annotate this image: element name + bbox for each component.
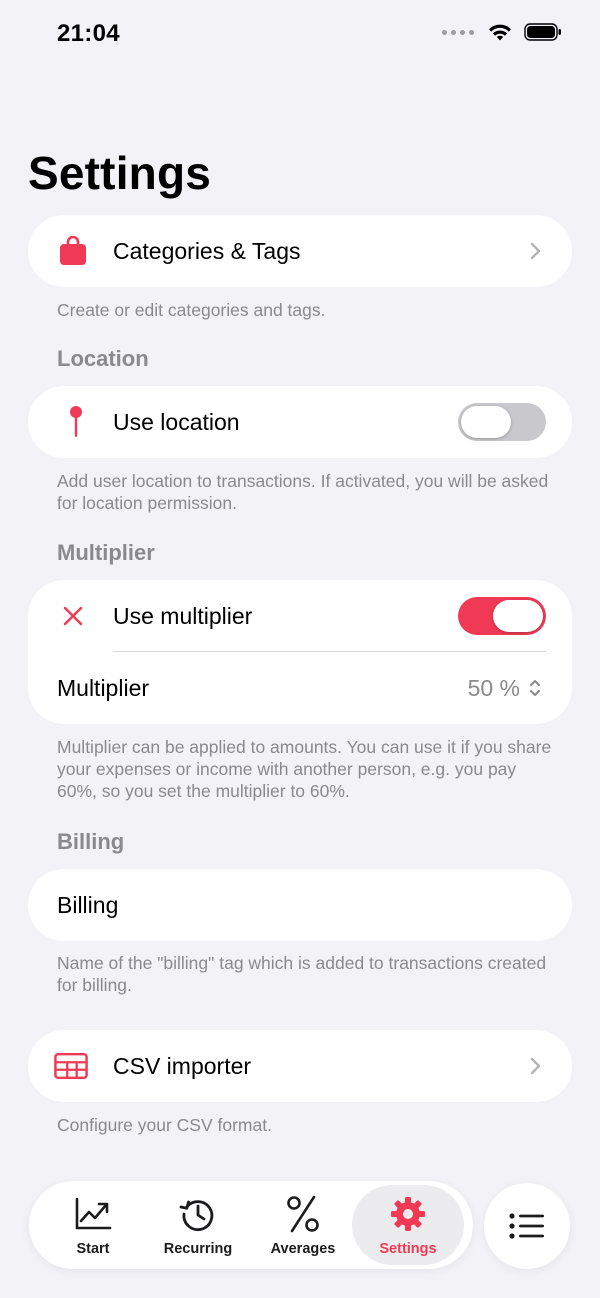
tab-label: Averages	[270, 1241, 336, 1257]
status-indicators	[442, 23, 562, 41]
tab-label: Start	[76, 1241, 110, 1257]
wifi-icon	[489, 24, 511, 41]
tab-label: Settings	[379, 1241, 437, 1257]
location-row: Use location	[28, 386, 572, 458]
cellular-signal-icon	[442, 29, 474, 35]
use-multiplier-label: Use multiplier	[113, 602, 253, 629]
use-multiplier-row: Use multiplier	[28, 580, 572, 652]
multiplier-value-row[interactable]: Multiplier 50 %	[28, 652, 572, 724]
location-section-header: Location	[57, 346, 149, 371]
location-footer: Add user location to transactions. If ac…	[57, 471, 549, 513]
chart-icon	[74, 1193, 112, 1235]
chevron-right-icon	[530, 242, 541, 260]
x-icon	[56, 599, 90, 633]
csv-importer-card[interactable]: CSV importer	[28, 1030, 572, 1102]
multiplier-label: Multiplier	[57, 674, 150, 701]
status-time: 21:04	[57, 20, 120, 47]
csv-importer-row[interactable]: CSV importer	[28, 1030, 572, 1102]
pin-icon	[59, 405, 93, 439]
tab-settings[interactable]: Settings	[352, 1185, 464, 1265]
use-location-toggle[interactable]	[458, 403, 546, 441]
categories-row[interactable]: Categories & Tags	[28, 215, 572, 287]
use-location-label: Use location	[113, 408, 240, 435]
multiplier-card: Use multiplier Multiplier 50 %	[28, 580, 572, 724]
multiplier-footer: Multiplier can be applied to amounts. Yo…	[57, 737, 552, 801]
bag-icon	[56, 234, 90, 268]
gear-icon	[389, 1193, 427, 1235]
use-multiplier-toggle[interactable]	[458, 597, 546, 635]
chevron-right-icon	[530, 1057, 541, 1075]
csv-importer-label: CSV importer	[113, 1052, 252, 1079]
percent-icon	[286, 1193, 320, 1235]
categories-footer: Create or edit categories and tags.	[57, 300, 326, 320]
chevron-up-down-icon[interactable]	[528, 677, 542, 699]
billing-section-header: Billing	[57, 829, 125, 854]
tab-label: Recurring	[163, 1241, 233, 1257]
billing-card[interactable]: Billing	[28, 869, 572, 941]
csv-footer: Configure your CSV format.	[57, 1115, 272, 1135]
list-icon	[509, 1213, 544, 1239]
battery-icon	[524, 23, 561, 41]
location-card: Use location	[28, 386, 572, 458]
tab-recurring[interactable]: Recurring	[142, 1185, 254, 1265]
tab-averages[interactable]: Averages	[247, 1185, 359, 1265]
status-bar: 21:04	[0, 0, 600, 70]
billing-field[interactable]: Billing	[57, 892, 118, 919]
history-icon	[179, 1193, 217, 1235]
tab-start[interactable]: Start	[37, 1185, 149, 1265]
multiplier-value[interactable]: 50 %	[468, 675, 520, 702]
menu-button[interactable]	[484, 1183, 570, 1269]
categories-label: Categories & Tags	[113, 237, 301, 264]
multiplier-section-header: Multiplier	[57, 540, 155, 565]
billing-row[interactable]: Billing	[28, 869, 572, 941]
table-icon	[54, 1049, 88, 1083]
billing-footer: Name of the "billing" tag which is added…	[57, 953, 547, 995]
categories-card[interactable]: Categories & Tags	[28, 215, 572, 287]
page-title: Settings	[28, 147, 212, 199]
tab-bar: Start Recurring Averages Settings	[29, 1181, 473, 1269]
